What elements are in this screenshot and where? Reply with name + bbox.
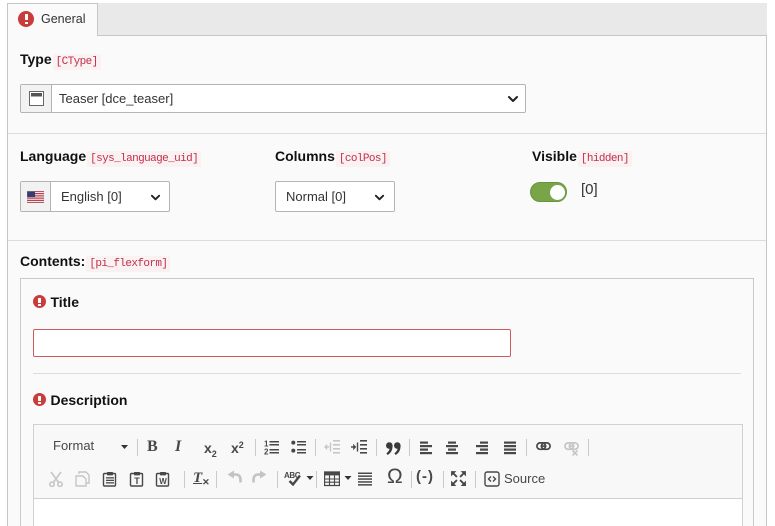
svg-text:T: T [134,476,140,486]
svg-text:2: 2 [264,448,269,456]
svg-text:W: W [159,477,167,486]
